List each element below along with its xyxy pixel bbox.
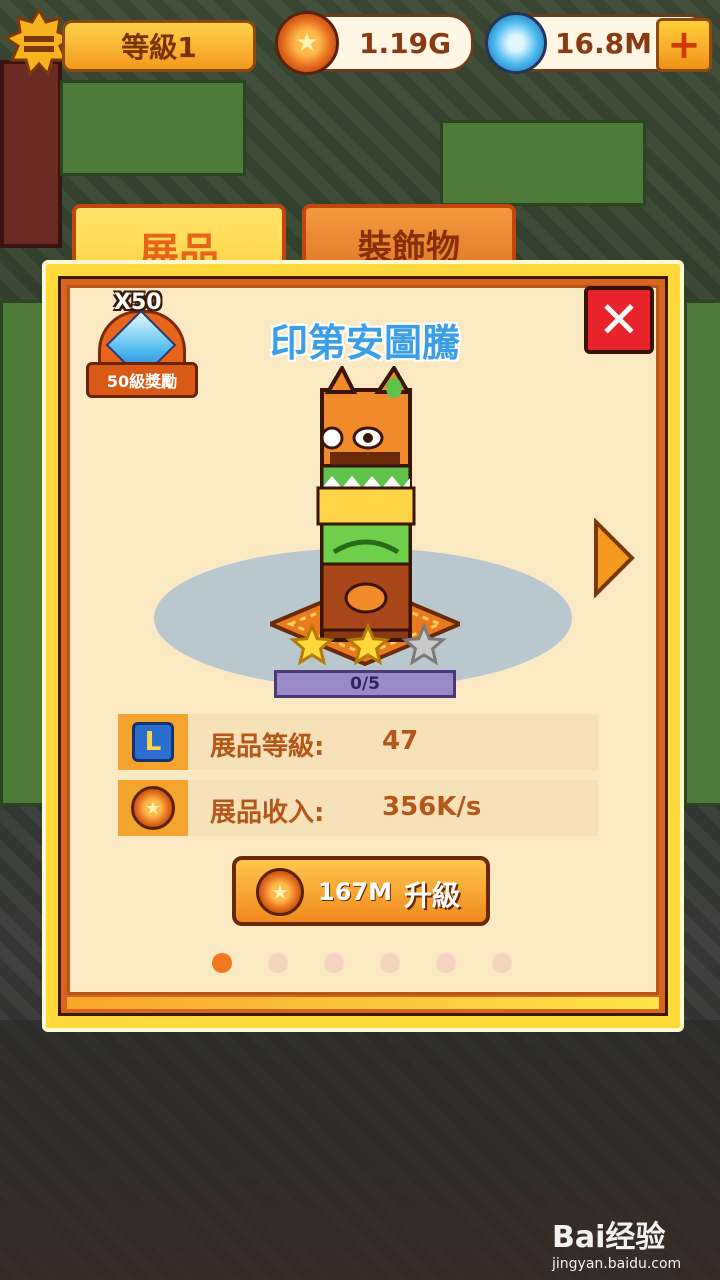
page-dot[interactable] — [268, 953, 288, 973]
exhibit-progress-bar: 0/5 — [274, 670, 456, 698]
stat-icon-box: L — [118, 714, 188, 770]
page-dot[interactable] — [380, 953, 400, 973]
stat-label: 展品等級: — [210, 732, 325, 762]
background-garden — [684, 300, 720, 806]
reward-label: 50級獎勵 — [86, 362, 198, 398]
baidu-jingyan-watermark: Bai经验 jingyan.baidu.com — [552, 1212, 712, 1272]
panel-bottom-strip — [67, 997, 659, 1009]
watermark-logo: Bai经验 — [552, 1220, 666, 1255]
gem-icon — [485, 12, 547, 74]
coin-icon: ★ — [256, 868, 304, 916]
level-display[interactable]: 等級1 — [4, 8, 256, 78]
page-dot[interactable] — [492, 953, 512, 973]
exhibit-title: 印第安圖騰 — [269, 321, 460, 365]
coin-icon: ★ — [131, 786, 175, 830]
watermark-url: jingyan.baidu.com — [552, 1256, 682, 1272]
close-icon: ✕ — [598, 291, 640, 349]
level-reward-badge[interactable]: X50 50級獎勵 — [86, 290, 198, 398]
page-indicator — [212, 953, 512, 973]
progress-text: 0/5 — [350, 674, 380, 694]
add-gems-button[interactable]: + — [656, 18, 712, 72]
background-building — [0, 60, 62, 248]
page-dot[interactable] — [324, 953, 344, 973]
background-garden — [60, 80, 246, 176]
star-empty-icon — [401, 622, 447, 666]
stat-icon-box: ★ — [118, 780, 188, 836]
upgrade-cost: 167M — [318, 878, 392, 906]
stat-label: 展品收入: — [210, 798, 325, 828]
coin-amount: 1.19G — [359, 26, 452, 60]
next-exhibit-arrow-icon[interactable] — [592, 518, 636, 598]
stat-row-income: ★ 展品收入: 356K/s — [118, 780, 598, 836]
reward-multiplier: X50 — [114, 290, 162, 315]
upgrade-label: 升級 — [404, 879, 461, 912]
coin-counter[interactable]: ★ 1.19G — [275, 11, 474, 75]
star-filled-icon — [289, 622, 335, 666]
level-icon: L — [132, 722, 174, 762]
stat-row-level: L 展品等級: 47 — [118, 714, 598, 770]
gem-amount: 16.8M — [555, 26, 652, 60]
star-filled-icon — [345, 622, 391, 666]
page-dot[interactable] — [436, 953, 456, 973]
stat-value: 47 — [382, 726, 419, 756]
background-garden — [0, 300, 46, 806]
level-label: 等級1 — [62, 20, 256, 72]
background-garden — [440, 120, 646, 206]
page-dot[interactable] — [212, 953, 232, 973]
close-button[interactable]: ✕ — [584, 286, 654, 354]
exhibit-star-rating — [289, 622, 447, 666]
upgrade-button[interactable]: ★ 167M 升級 — [232, 856, 490, 926]
coin-icon: ★ — [275, 11, 339, 75]
stat-value: 356K/s — [382, 792, 482, 822]
